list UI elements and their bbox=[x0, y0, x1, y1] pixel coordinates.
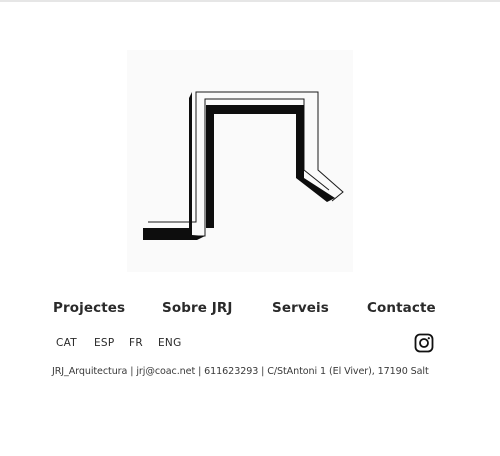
lang-cat[interactable]: CAT bbox=[56, 335, 77, 351]
top-divider bbox=[0, 0, 500, 2]
main-nav: Projectes Sobre JRJ Serveis Contacte bbox=[0, 297, 500, 319]
footer-separator: | bbox=[127, 366, 137, 377]
lang-esp[interactable]: ESP bbox=[94, 335, 115, 351]
instagram-link[interactable] bbox=[414, 333, 434, 353]
footer-separator: | bbox=[258, 366, 268, 377]
footer-phone: 611623293 bbox=[204, 366, 259, 377]
site-logo[interactable] bbox=[127, 50, 353, 272]
lang-eng[interactable]: ENG bbox=[158, 335, 182, 351]
jrj-logo-graphic bbox=[143, 91, 344, 240]
footer-name: JRJ_Arquitectura bbox=[52, 366, 128, 377]
nav-serveis[interactable]: Serveis bbox=[272, 297, 329, 319]
footer-address: C/StAntoni 1 (El Viver), 17190 Salt bbox=[267, 366, 429, 377]
lang-fr[interactable]: FR bbox=[129, 335, 143, 351]
nav-projectes[interactable]: Projectes bbox=[53, 297, 125, 319]
footer-email[interactable]: jrj@coac.net bbox=[136, 366, 195, 377]
footer-contact: JRJ_Arquitectura | jrj@coac.net | 611623… bbox=[52, 364, 452, 380]
footer-separator: | bbox=[195, 366, 205, 377]
nav-contacte[interactable]: Contacte bbox=[367, 297, 436, 319]
nav-sobre-jrj[interactable]: Sobre JRJ bbox=[162, 297, 233, 319]
instagram-icon bbox=[414, 333, 434, 353]
